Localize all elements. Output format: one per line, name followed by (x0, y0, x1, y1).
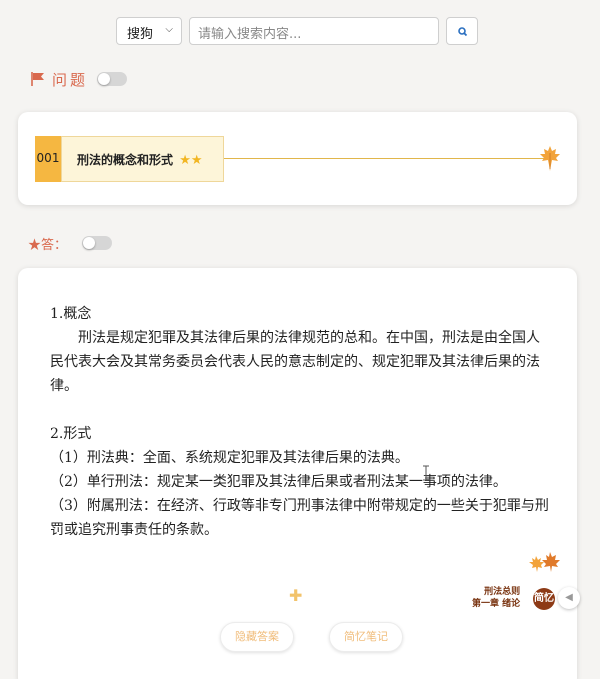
answer-text: 1.概念 刑法是规定犯罪及其法律后果的法律规范的总和。在中国，刑法是由全国人民代… (50, 302, 550, 542)
answer-line: （3）附属刑法：在经济、行政等非专门刑事法律中附带规定的一些关于犯罪与刑罚或追究… (50, 498, 549, 538)
search-engine-value: 搜狗 (127, 27, 154, 42)
search-bar: 搜狗 ⌵ 请输入搜索内容... (116, 17, 478, 45)
speaker-icon: ◀ (565, 592, 573, 603)
flag-icon (31, 72, 44, 86)
answer-line-blank (50, 398, 550, 422)
answer-section-title: ★答： (28, 238, 68, 253)
question-section-title: 问题 (52, 71, 89, 89)
text-cursor-icon (423, 465, 429, 481)
divider-line (224, 158, 546, 159)
star-rating-icon: ★★ (179, 153, 203, 168)
answer-line: 刑法是规定犯罪及其法律后果的法律规范的总和。在中国，刑法是由全国人民代表大会及其… (50, 330, 540, 394)
question-title: 刑法的概念和形式 (77, 153, 174, 167)
search-input[interactable]: 请输入搜索内容... (189, 17, 439, 45)
plus-icon[interactable]: ✚ (289, 586, 302, 605)
audio-button[interactable]: ◀ (558, 587, 580, 609)
question-toggle[interactable] (97, 72, 127, 86)
chapter-tag: 刑法总则 第一章 绪论 (472, 586, 520, 610)
answer-card: 1.概念 刑法是规定犯罪及其法律后果的法律规范的总和。在中国，刑法是由全国人民代… (18, 268, 580, 679)
question-card: 001 刑法的概念和形式 ★★ (18, 112, 577, 205)
question-title-box[interactable]: 刑法的概念和形式 ★★ (61, 136, 224, 182)
search-button[interactable] (446, 17, 478, 45)
brand-logo[interactable]: 简忆 (533, 588, 555, 610)
maple-leaf-icon (540, 146, 560, 171)
answer-line: 1.概念 (50, 306, 92, 322)
answer-toggle[interactable] (82, 236, 112, 250)
search-input-placeholder: 请输入搜索内容... (198, 27, 302, 42)
answer-line: （1）刑法典：全面、系统规定犯罪及其法律后果的法典。 (50, 450, 409, 466)
answer-line: （2）单行刑法：规定某一类犯罪及其法律后果或者刑法某一事项的法律。 (50, 474, 507, 490)
notes-button[interactable]: 简忆笔记 (329, 622, 403, 652)
search-engine-select[interactable]: 搜狗 ⌵ (116, 17, 182, 45)
maple-leaves-icon (529, 552, 560, 572)
chapter-tag-line1: 刑法总则 (484, 587, 521, 597)
chevron-down-icon: ⌵ (165, 24, 173, 35)
question-number: 001 (35, 136, 61, 182)
toggle-knob (98, 73, 110, 85)
chapter-tag-line2: 第一章 绪论 (472, 599, 521, 609)
answer-line: 2.形式 (50, 426, 92, 442)
toggle-knob (83, 237, 95, 249)
search-icon (458, 27, 468, 37)
hide-answer-button[interactable]: 隐藏答案 (220, 622, 294, 652)
